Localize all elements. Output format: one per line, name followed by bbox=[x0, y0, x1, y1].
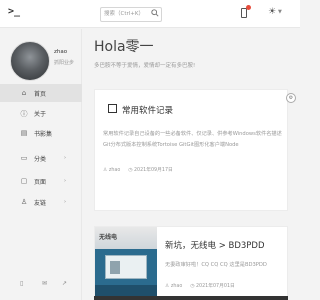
site-logo[interactable]: >_ bbox=[8, 6, 20, 17]
sidebar-item-label: 友链 bbox=[34, 200, 47, 207]
sidebar: zhao 抓阳业步 ⌂ 首页 ⓘ 关于 ▤ 书影集 ▭ 分类 › ▢ 页面 › … bbox=[0, 29, 82, 300]
chevron-right-icon: › bbox=[64, 199, 66, 205]
post-excerpt: 常用软件记录自己设备的一些必备软件、仅记录、供参考Windows软件名描述Git… bbox=[103, 131, 282, 148]
folder-icon: ▭ bbox=[20, 154, 28, 162]
sidebar-item-label: 首页 bbox=[34, 91, 47, 98]
user-status: 抓阳业步 bbox=[54, 60, 75, 66]
sidebar-item-pages[interactable]: ▢ 页面 › bbox=[0, 172, 82, 190]
sidebar-item-categories[interactable]: ▭ 分类 › bbox=[0, 149, 82, 167]
user-name: zhao bbox=[54, 49, 68, 55]
link-icon: ♙ bbox=[20, 198, 28, 206]
post-date: 2021年07月01日 bbox=[195, 284, 235, 289]
post-thumbnail[interactable]: 无线电 bbox=[95, 227, 157, 297]
chevron-right-icon: › bbox=[64, 155, 66, 161]
sidebar-item-label: 页面 bbox=[34, 179, 47, 186]
post-meta: ♙ zhao ◷ 2021年09月17日 bbox=[103, 166, 173, 173]
post-author[interactable]: zhao bbox=[171, 284, 182, 289]
chevron-down-icon[interactable]: ▼ bbox=[278, 9, 282, 15]
avatar[interactable] bbox=[10, 41, 50, 81]
chevron-right-icon: › bbox=[64, 178, 66, 184]
rss-icon[interactable]: ▯ bbox=[20, 280, 23, 287]
thumbnail-text: 无线电 bbox=[99, 234, 118, 241]
post-card[interactable]: 无线电 新坑，无线电 > BD3PDD 无委政审好啦！CQ CQ CQ 这里是B… bbox=[94, 226, 288, 298]
sidebar-item-label: 关于 bbox=[34, 111, 47, 118]
mail-icon[interactable]: ✉ bbox=[42, 280, 47, 287]
sidebar-item-label: 书影集 bbox=[34, 131, 53, 138]
post-title[interactable]: 常用软件记录 bbox=[122, 104, 173, 116]
sidebar-item-home[interactable]: ⌂ 首页 bbox=[0, 84, 82, 102]
sidebar-item-label: 分类 bbox=[34, 156, 47, 163]
post-meta: ♙ zhao ◷ 2021年07月01日 bbox=[165, 282, 235, 289]
page-title: Hola零一 bbox=[94, 39, 154, 55]
post-excerpt: 无委政审好啦！CQ CQ CQ 这里是BD3PDD bbox=[165, 262, 267, 268]
next-post-card-edge bbox=[94, 296, 288, 300]
book-icon: ▤ bbox=[20, 129, 28, 137]
info-icon: ⓘ bbox=[20, 110, 28, 118]
main-content: Hola零一 多巴胺不等于爱情，爱情却一定有多巴胺! 常用软件记录 常用软件记录… bbox=[82, 29, 300, 300]
post-card[interactable]: 常用软件记录 常用软件记录自己设备的一些必备软件、仅记录、供参考Windows软… bbox=[94, 89, 288, 211]
sidebar-item-books[interactable]: ▤ 书影集 bbox=[0, 124, 82, 142]
post-title[interactable]: 新坑，无线电 > BD3PDD bbox=[165, 239, 265, 251]
theme-toggle-icon[interactable]: ☀ bbox=[268, 7, 276, 17]
home-icon: ⌂ bbox=[21, 89, 27, 97]
notification-dot bbox=[246, 5, 251, 10]
page-icon: ▢ bbox=[20, 177, 28, 185]
document-icon bbox=[108, 104, 117, 113]
search-icon[interactable] bbox=[151, 9, 159, 17]
share-icon[interactable]: ↗ bbox=[62, 280, 67, 287]
sidebar-item-links[interactable]: ♙ 友链 › bbox=[0, 193, 82, 211]
post-author[interactable]: zhao bbox=[109, 168, 120, 173]
page-subtitle: 多巴胺不等于爱情，爱情却一定有多巴胺! bbox=[94, 63, 196, 69]
post-date: 2021年09月17日 bbox=[133, 168, 173, 173]
top-bar: >_ 搜索（Ctrl+K） ☀ ▼ bbox=[0, 0, 300, 28]
sidebar-item-about[interactable]: ⓘ 关于 bbox=[0, 104, 82, 122]
settings-icon[interactable]: ⚙ bbox=[286, 93, 296, 103]
